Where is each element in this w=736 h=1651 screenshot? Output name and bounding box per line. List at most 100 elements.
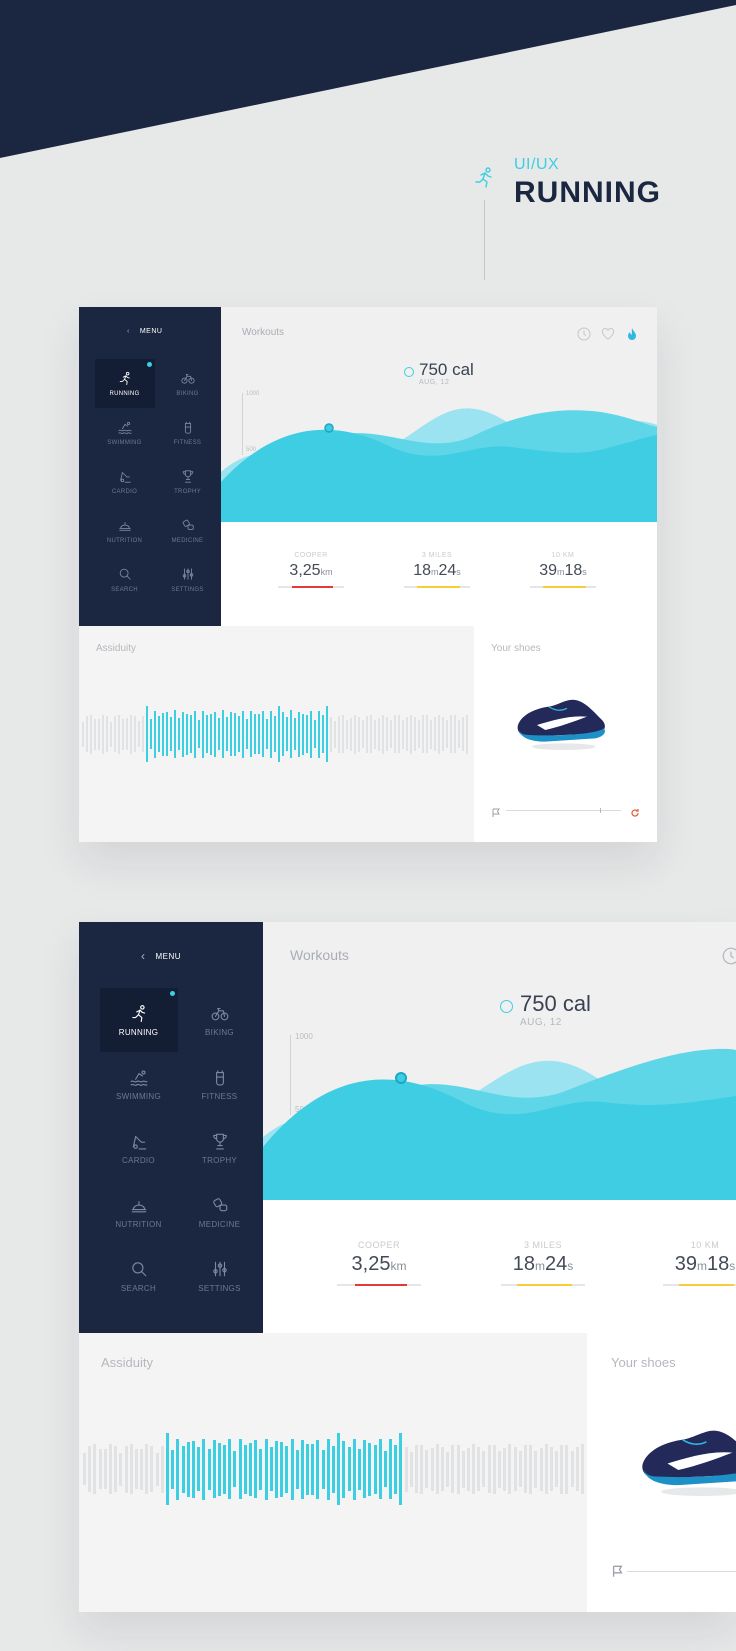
sidebar-item-nutrition[interactable]: NUTRITION (93, 506, 156, 555)
assiduity-bar (186, 1441, 190, 1497)
wave-point-marker[interactable] (324, 423, 334, 433)
assiduity-bar (399, 1433, 403, 1505)
assiduity-bar (440, 1447, 444, 1491)
assiduity-bar (206, 715, 208, 753)
assiduity-bar (326, 706, 328, 762)
assiduity-bar (523, 1445, 527, 1493)
assiduity-bar (108, 1444, 112, 1494)
wave-point-marker[interactable] (395, 1072, 407, 1084)
assiduity-bar (269, 1447, 273, 1491)
sidebar-item-trophy[interactable]: TROPHY (156, 457, 219, 506)
assiduity-bar (145, 1444, 149, 1494)
assiduity-bar (88, 1446, 92, 1492)
assiduity-bar (150, 719, 152, 749)
stat-unit: m (535, 1259, 545, 1273)
assiduity-bar (181, 1445, 185, 1493)
assiduity-bar (103, 1449, 107, 1489)
sidebar-item-cardio[interactable]: CARDIO (93, 457, 156, 506)
sidebar-item-biking[interactable]: BIKING (156, 359, 219, 408)
assiduity-bar (98, 718, 100, 750)
assiduity-bar (383, 1451, 387, 1487)
sidebar-item-running[interactable]: RUNNING (99, 988, 178, 1052)
assiduity-bar (126, 718, 128, 750)
menu-header[interactable]: ‹ MENU (141, 949, 181, 963)
menu-label: MENU (155, 951, 182, 961)
assiduity-bar (142, 716, 144, 752)
active-indicator-dot (169, 991, 175, 996)
assiduity-bar (154, 710, 156, 758)
sidebar-item-medicine[interactable]: MEDICINE (156, 506, 219, 555)
stat-label: COOPER (294, 552, 328, 559)
assiduity-bar (316, 1439, 320, 1499)
sidebar-item-label: SETTINGS (198, 1283, 241, 1293)
assiduity-bar (466, 1447, 470, 1491)
sidebar-item-running[interactable]: RUNNING (94, 359, 155, 408)
assiduity-bar (300, 1439, 304, 1499)
sidebar-item-fitness[interactable]: FITNESS (179, 1052, 260, 1116)
assiduity-bar (342, 1440, 346, 1498)
sidebar-item-label: NUTRITION (115, 1219, 162, 1229)
stat-progress-bar (663, 1284, 736, 1286)
search-icon (131, 1261, 146, 1276)
stat-value: 3,25km (337, 1253, 421, 1276)
assiduity-bar (166, 1433, 169, 1505)
assiduity-bar (190, 715, 192, 753)
assiduity-bar (217, 1442, 221, 1496)
assiduity-bar (197, 1447, 201, 1491)
stat-number: 18 (707, 1253, 730, 1275)
sidebar-item-swimming[interactable]: SWIMMING (98, 1052, 179, 1116)
swimming-icon (117, 421, 132, 434)
assiduity-bar (570, 1451, 574, 1487)
assiduity-bar (262, 711, 264, 757)
assiduity-bar (354, 714, 356, 754)
sidebar-item-settings[interactable]: SETTINGS (179, 1244, 260, 1308)
assiduity-bar (122, 718, 124, 750)
nutrition-icon (131, 1200, 146, 1212)
stat-label: 10 KM (551, 552, 575, 559)
sidebar-item-biking[interactable]: BIKING (179, 988, 260, 1052)
sidebar-item-nutrition[interactable]: NUTRITION (98, 1180, 179, 1244)
sidebar-item-medicine[interactable]: MEDICINE (179, 1180, 260, 1244)
assiduity-bar (370, 715, 372, 753)
assiduity-bar (518, 1451, 522, 1487)
assiduity-bar (513, 1447, 517, 1491)
sidebar-item-label: TROPHY (201, 1155, 238, 1165)
sidebar-item-cardio[interactable]: CARDIO (98, 1116, 179, 1180)
sidebar-item-settings[interactable]: SETTINGS (156, 555, 219, 604)
sidebar-item-search[interactable]: SEARCH (98, 1244, 179, 1308)
assiduity-bar (394, 1444, 398, 1494)
assiduity-bar (410, 714, 412, 754)
assiduity-bar (477, 1447, 481, 1491)
assiduity-bar (560, 1444, 564, 1494)
assiduity-bar (382, 714, 384, 754)
assiduity-bar (138, 721, 140, 747)
sidebar-item-swimming[interactable]: SWIMMING (93, 408, 156, 457)
refresh-icon[interactable] (630, 805, 640, 817)
sidebar-item-label: SEARCH (120, 1283, 157, 1293)
assiduity-bar (118, 714, 120, 754)
sidebar-item-fitness[interactable]: FITNESS (156, 408, 219, 457)
stats-panel: COOPER 3,25km 3 MILES 18m24s 10 KM 39m18… (221, 522, 657, 626)
stat-progress-fill (291, 586, 333, 588)
assiduity-bar (366, 715, 368, 753)
assiduity-bar (352, 1438, 356, 1500)
stat-value: 39m18s (530, 562, 596, 580)
assiduity-bar (311, 1443, 315, 1495)
assiduity-bar (83, 1453, 86, 1485)
sidebar-item-label: SETTINGS (171, 586, 204, 593)
sidebar-item-search[interactable]: SEARCH (93, 555, 156, 604)
stat-number: 18 (413, 562, 431, 579)
hero-subtitle: UI/UX (514, 156, 560, 173)
assiduity-bar (234, 712, 236, 756)
assiduity-bar (534, 1450, 538, 1488)
shoe-image[interactable] (635, 1413, 736, 1501)
shoe-image[interactable] (512, 686, 612, 754)
assiduity-bar (420, 1444, 424, 1494)
assiduity-bar (290, 710, 292, 758)
assiduity-bar (318, 710, 320, 758)
assiduity-bar (178, 718, 180, 750)
menu-header[interactable]: ‹ MENU (127, 328, 162, 335)
assiduity-bar (86, 716, 88, 752)
assiduity-bar (462, 717, 464, 751)
sidebar-item-trophy[interactable]: TROPHY (179, 1116, 260, 1180)
